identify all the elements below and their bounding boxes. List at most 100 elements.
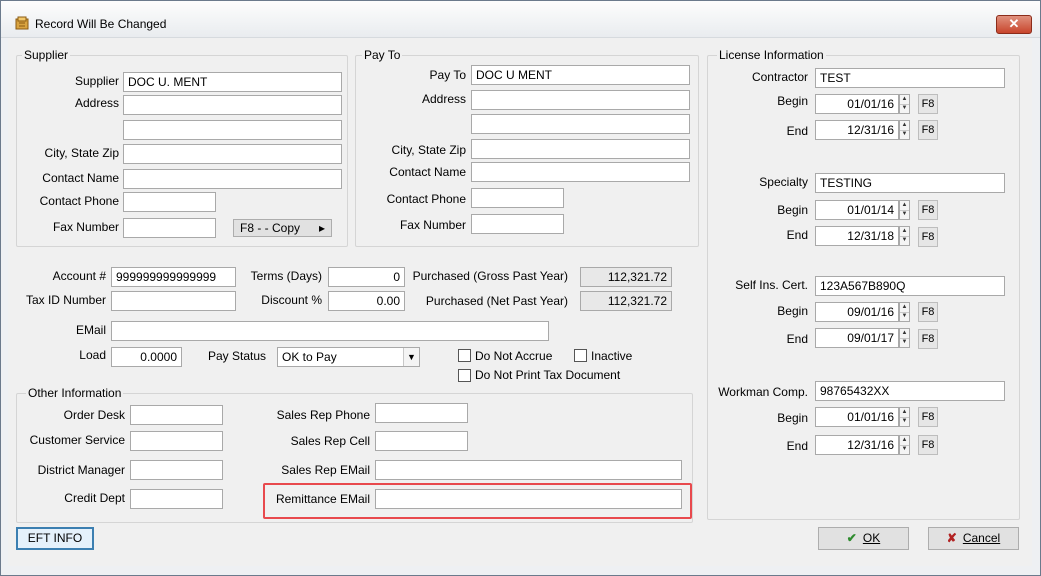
inactive-label: Inactive xyxy=(591,349,633,363)
workman-begin-spinner[interactable]: ▲ ▼ xyxy=(899,407,910,427)
supplier-address1-input[interactable] xyxy=(123,95,342,115)
sales-rep-cell-input[interactable] xyxy=(375,431,468,451)
email-input[interactable] xyxy=(111,321,549,341)
contractor-input[interactable]: TEST xyxy=(815,68,1005,88)
specialty-end-input[interactable]: 12/31/18 xyxy=(815,226,899,246)
payto-contact-name-label: Contact Name xyxy=(389,165,466,179)
discount-input[interactable]: 0.00 xyxy=(328,291,405,311)
specialty-end-f8-button[interactable]: F8 xyxy=(918,227,938,247)
payto-address2-input[interactable] xyxy=(471,114,690,134)
order-desk-input[interactable] xyxy=(130,405,223,425)
payto-contact-name-input[interactable] xyxy=(471,162,690,182)
supplier-fax-label: Fax Number xyxy=(52,220,119,234)
chevron-down-icon: ▼ xyxy=(403,348,419,366)
payto-label: Pay To xyxy=(429,68,466,82)
chevron-right-icon: ▸ xyxy=(318,221,325,235)
contractor-begin-spinner[interactable]: ▲ ▼ xyxy=(899,94,910,114)
inactive-checkbox[interactable] xyxy=(574,349,587,362)
sales-rep-email-input[interactable] xyxy=(375,460,682,480)
ok-button[interactable]: ✔ OK xyxy=(818,527,909,550)
payto-contact-phone-input[interactable] xyxy=(471,188,564,208)
email-label: EMail xyxy=(75,323,106,337)
self-ins-end-f8-button[interactable]: F8 xyxy=(918,329,938,349)
purchased-gross-label: Purchased (Gross Past Year) xyxy=(412,269,568,283)
sales-rep-phone-input[interactable] xyxy=(375,403,468,423)
contractor-label: Contractor xyxy=(751,70,808,84)
payto-input[interactable]: DOC U MENT xyxy=(471,65,690,85)
supplier-address2-input[interactable] xyxy=(123,120,342,140)
contractor-begin-f8-button[interactable]: F8 xyxy=(918,94,938,114)
self-ins-begin-f8-button[interactable]: F8 xyxy=(918,302,938,322)
contractor-end-spinner[interactable]: ▲ ▼ xyxy=(899,120,910,140)
self-ins-end-input[interactable]: 09/01/17 xyxy=(815,328,899,348)
workman-begin-input[interactable]: 01/01/16 xyxy=(815,407,899,427)
payto-citystate-input[interactable] xyxy=(471,139,690,159)
self-ins-input[interactable]: 123A567B890Q xyxy=(815,276,1005,296)
workman-comp-input[interactable]: 98765432XX xyxy=(815,381,1005,401)
supplier-input[interactable]: DOC U. MENT xyxy=(123,72,342,92)
close-icon: ✕ xyxy=(1008,16,1020,31)
purchased-net-label: Purchased (Net Past Year) xyxy=(425,294,568,308)
workman-end-spinner[interactable]: ▲ ▼ xyxy=(899,435,910,455)
contractor-end-input[interactable]: 12/31/16 xyxy=(815,120,899,140)
credit-dept-input[interactable] xyxy=(130,489,223,509)
self-ins-begin-input[interactable]: 09/01/16 xyxy=(815,302,899,322)
close-button[interactable]: ✕ xyxy=(996,15,1032,34)
eft-info-button[interactable]: EFT INFO xyxy=(16,527,94,550)
specialty-begin-input[interactable]: 01/01/14 xyxy=(815,200,899,220)
taxid-input[interactable] xyxy=(111,291,236,311)
payto-address-label: Address xyxy=(421,92,466,106)
self-ins-begin-label: Begin xyxy=(777,304,808,318)
customer-service-label: Customer Service xyxy=(29,433,125,447)
payto-fax-input[interactable] xyxy=(471,214,564,234)
contractor-end-f8-button[interactable]: F8 xyxy=(918,120,938,140)
taxid-label: Tax ID Number xyxy=(25,293,106,307)
payto-fax-label: Fax Number xyxy=(399,218,466,232)
account-number-label: Account # xyxy=(52,269,106,283)
workman-end-f8-button[interactable]: F8 xyxy=(918,435,938,455)
account-number-input[interactable]: 999999999999999 xyxy=(111,267,236,287)
self-ins-begin-spinner[interactable]: ▲ ▼ xyxy=(899,302,910,322)
remittance-email-input[interactable] xyxy=(375,489,682,509)
copy-button[interactable]: F8 - - Copy ▸ xyxy=(233,219,332,237)
workman-end-input[interactable]: 12/31/16 xyxy=(815,435,899,455)
workman-begin-f8-button[interactable]: F8 xyxy=(918,407,938,427)
terms-label: Terms (Days) xyxy=(250,269,322,283)
pay-status-value: OK to Pay xyxy=(282,350,337,364)
supplier-contact-name-input[interactable] xyxy=(123,169,342,189)
district-manager-input[interactable] xyxy=(130,460,223,480)
supplier-citystate-input[interactable] xyxy=(123,144,342,164)
self-ins-end-spinner[interactable]: ▲ ▼ xyxy=(899,328,910,348)
cancel-button[interactable]: ✘ Cancel xyxy=(928,527,1019,550)
do-not-accrue-checkbox[interactable] xyxy=(458,349,471,362)
purchased-net-value: 112,321.72 xyxy=(580,291,672,311)
copy-button-label: F8 - - Copy xyxy=(240,221,301,235)
other-info-legend: Other Information xyxy=(26,386,124,400)
discount-label: Discount % xyxy=(261,293,322,307)
specialty-input[interactable]: TESTING xyxy=(815,173,1005,193)
contractor-begin-input[interactable]: 01/01/16 xyxy=(815,94,899,114)
supplier-citystate-label: City, State Zip xyxy=(44,146,119,160)
contractor-begin-label: Begin xyxy=(777,94,808,108)
do-not-accrue-label: Do Not Accrue xyxy=(475,349,553,363)
customer-service-input[interactable] xyxy=(130,431,223,451)
specialty-begin-spinner[interactable]: ▲ ▼ xyxy=(899,200,910,220)
supplier-contact-phone-input[interactable] xyxy=(123,192,216,212)
do-not-print-tax-label: Do Not Print Tax Document xyxy=(475,368,621,382)
license-legend: License Information xyxy=(717,48,826,62)
supplier-fax-input[interactable] xyxy=(123,218,216,238)
supplier-contact-name-label: Contact Name xyxy=(42,171,119,185)
pay-status-select[interactable]: OK to Pay ▼ xyxy=(277,347,420,367)
purchased-gross-value: 112,321.72 xyxy=(580,267,672,287)
self-ins-label: Self Ins. Cert. xyxy=(735,278,808,292)
specialty-end-label: End xyxy=(786,228,808,242)
specialty-end-spinner[interactable]: ▲ ▼ xyxy=(899,226,910,246)
specialty-begin-f8-button[interactable]: F8 xyxy=(918,200,938,220)
cancel-button-label: Cancel xyxy=(962,531,1001,545)
do-not-print-tax-checkbox[interactable] xyxy=(458,369,471,382)
payto-address1-input[interactable] xyxy=(471,90,690,110)
supplier-label: Supplier xyxy=(74,74,119,88)
credit-dept-label: Credit Dept xyxy=(64,491,125,505)
load-input[interactable]: 0.0000 xyxy=(111,347,182,367)
terms-input[interactable]: 0 xyxy=(328,267,405,287)
